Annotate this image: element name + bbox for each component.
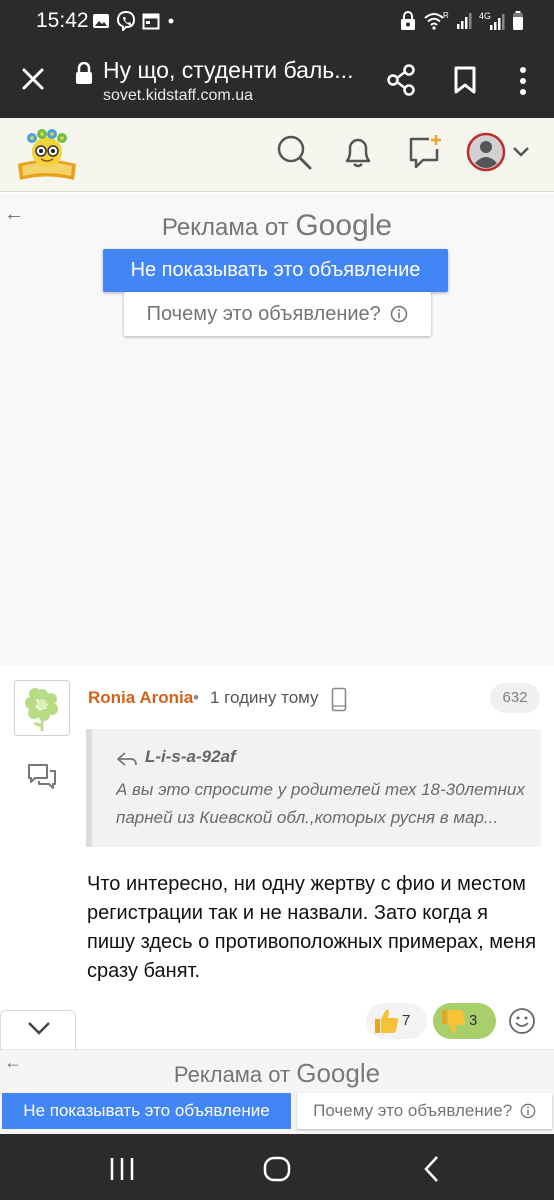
google-logo-text: Google	[296, 1058, 381, 1088]
page-url[interactable]: sovet.kidstaff.com.ua	[103, 87, 253, 105]
status-notification-icons	[92, 11, 176, 31]
post-body-text: Что интересно, ни одну жертву с фио и ме…	[87, 873, 537, 982]
status-time: 15:42	[36, 9, 89, 32]
lock-icon	[76, 62, 92, 84]
flower-icon	[25, 688, 58, 731]
why-ad-label: Почему это объявление?	[146, 303, 381, 325]
hide-ad-button[interactable]: Не показывать это объявление	[103, 249, 448, 292]
recent-apps-icon[interactable]	[107, 1154, 137, 1184]
reply-arrow-icon	[117, 752, 137, 766]
calendar-icon	[142, 13, 160, 30]
system-navigation-bar	[0, 1134, 554, 1200]
hide-ad-button[interactable]: Не показывать это объявление	[2, 1093, 291, 1129]
search-icon[interactable]	[274, 132, 314, 172]
user-avatar[interactable]	[466, 132, 506, 172]
ad-block-bottom: ← Реклама от Google Не показывать это об…	[0, 1049, 554, 1134]
google-logo-text: Google	[295, 209, 393, 242]
network-label-4g: 4G	[479, 11, 491, 21]
chevron-down-icon[interactable]	[510, 142, 532, 162]
site-logo[interactable]	[14, 126, 80, 184]
why-ad-label: Почему это объявление?	[313, 1101, 513, 1120]
viber-icon	[116, 11, 136, 31]
post-time: 1 годину тому	[210, 688, 319, 707]
home-icon[interactable]	[262, 1154, 292, 1184]
why-ad-button[interactable]: Почему это объявление?	[124, 292, 431, 336]
signal-4g-icon: 4G	[479, 11, 505, 30]
info-icon	[391, 305, 408, 323]
dislike-button[interactable]: 3	[433, 1003, 496, 1039]
signal-icon	[457, 13, 472, 29]
site-header	[0, 118, 554, 192]
battery-icon	[513, 11, 523, 30]
why-ad-button[interactable]: Почему это объявление?	[297, 1093, 552, 1129]
chevron-down-icon	[28, 1022, 50, 1035]
new-topic-icon[interactable]	[405, 132, 445, 172]
more-menu-icon[interactable]	[512, 66, 534, 96]
lock-alarm-icon	[401, 11, 415, 30]
share-icon[interactable]	[386, 64, 416, 96]
post-author-avatar[interactable]	[14, 680, 70, 736]
ad-label-prefix: Реклама от	[161, 214, 289, 241]
post-number-badge[interactable]: 632	[490, 683, 540, 713]
close-icon[interactable]	[18, 64, 48, 94]
dislike-count: 3	[469, 1012, 478, 1029]
quote-block[interactable]: L-i-s-a-92af А вы это спросите у родител…	[86, 729, 541, 847]
like-count: 7	[402, 1012, 411, 1029]
wifi-icon: R	[424, 11, 449, 30]
mobile-device-icon	[331, 687, 347, 712]
dot-icon	[168, 18, 174, 24]
browser-toolbar: Ну що, студенти баль... sovet.kidstaff.c…	[0, 42, 554, 118]
reply-comment-icon[interactable]	[27, 762, 57, 790]
thumbs-down-icon	[442, 1010, 466, 1034]
ad-label: Реклама от Google	[0, 209, 554, 243]
ad-block-top: ← Реклама от Google Не показывать это об…	[0, 193, 554, 665]
quote-author[interactable]: L-i-s-a-92af	[145, 747, 236, 767]
ad-label-prefix: Реклама от	[173, 1062, 291, 1087]
back-icon[interactable]	[418, 1154, 448, 1184]
ad-label: Реклама от Google	[0, 1058, 554, 1089]
image-icon	[93, 14, 109, 28]
add-reaction-icon[interactable]	[508, 1007, 536, 1035]
thumbs-up-icon	[375, 1009, 399, 1033]
bell-icon[interactable]	[338, 132, 378, 172]
meta-separator: •	[193, 688, 199, 707]
bookmark-icon[interactable]	[452, 66, 478, 94]
like-button[interactable]: 7	[366, 1003, 427, 1039]
quote-text: А вы это спросите у родителей тех 18-30л…	[116, 780, 525, 827]
post-author-name[interactable]: Ronia Aronia	[88, 688, 193, 708]
scroll-down-button[interactable]	[0, 1010, 76, 1050]
status-bar: 15:42 R 4G	[0, 0, 554, 42]
info-icon	[520, 1103, 536, 1119]
page-title[interactable]: Ну що, студенти баль...	[103, 57, 368, 84]
status-system-icons: R 4G	[400, 11, 524, 31]
network-label-r: R	[443, 11, 449, 20]
